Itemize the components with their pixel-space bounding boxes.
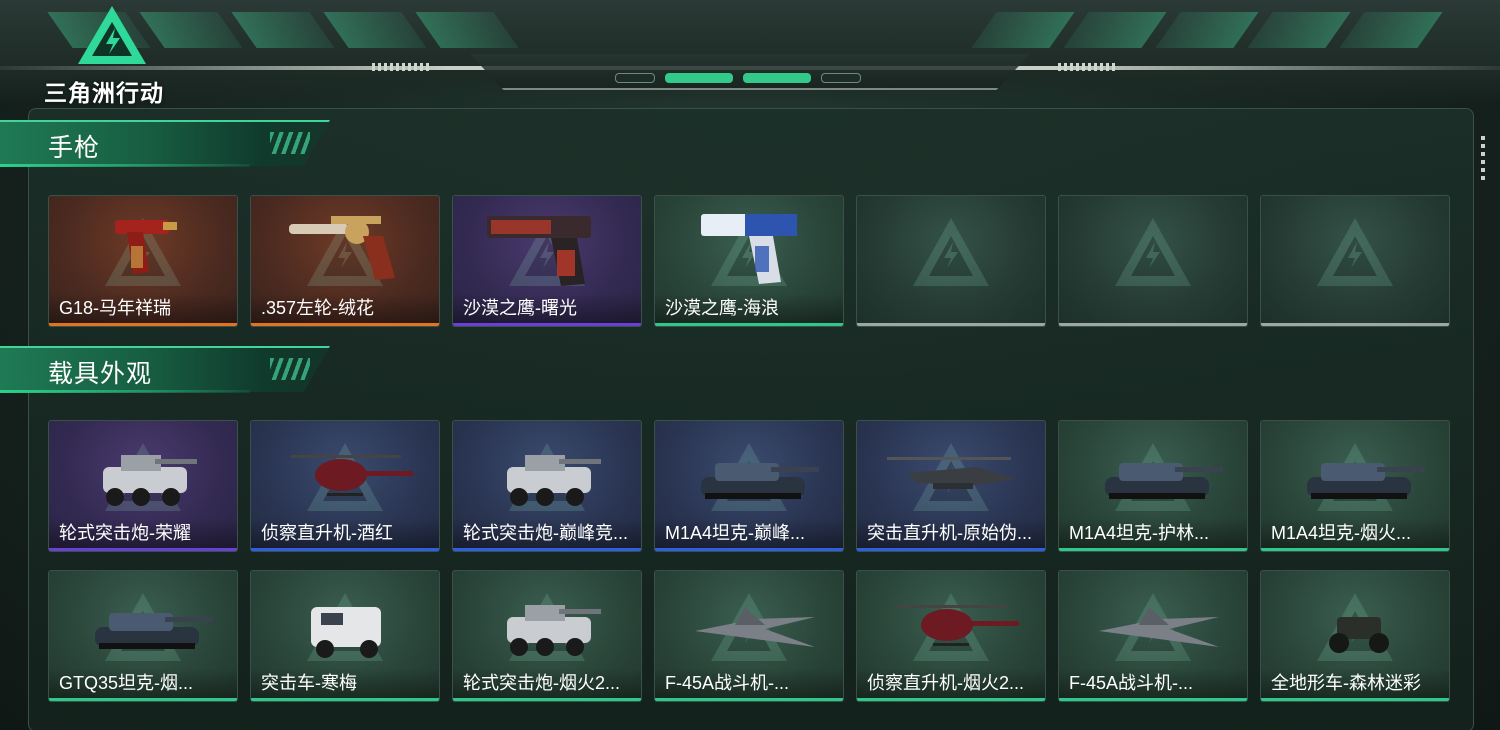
rarity-bar bbox=[1059, 323, 1247, 326]
game-logo-text: 三角洲行动 bbox=[44, 80, 164, 106]
item-card[interactable]: 沙漠之鹰-曙光 bbox=[452, 195, 642, 327]
item-name: .357左轮-绒花 bbox=[251, 293, 439, 323]
rarity-bar bbox=[49, 698, 237, 701]
item-name: 沙漠之鹰-海浪 bbox=[655, 293, 843, 323]
wheeled-assault-gun-icon bbox=[507, 605, 601, 656]
tank-icon bbox=[701, 463, 819, 499]
item-name: 轮式突击炮-荣耀 bbox=[49, 518, 237, 548]
item-card[interactable]: F-45A战斗机-... bbox=[654, 570, 844, 702]
rarity-bar bbox=[49, 323, 237, 326]
scout-helicopter-icon bbox=[291, 455, 413, 496]
item-card[interactable]: 轮式突击炮-烟火2... bbox=[452, 570, 642, 702]
item-name: G18-马年祥瑞 bbox=[49, 293, 237, 323]
item-name: GTQ35坦克-烟... bbox=[49, 668, 237, 698]
pistol-red-gold-icon bbox=[115, 220, 177, 274]
item-card[interactable]: 突击直升机-原始伪... bbox=[856, 420, 1046, 552]
rarity-bar bbox=[1261, 548, 1449, 551]
item-card[interactable]: 侦察直升机-烟火2... bbox=[856, 570, 1046, 702]
revolver-gold-icon bbox=[289, 216, 395, 280]
page-indicator bbox=[615, 73, 861, 83]
rarity-bar bbox=[453, 548, 641, 551]
item-card[interactable]: G18-马年祥瑞 bbox=[48, 195, 238, 327]
delta-triangle-icon bbox=[78, 6, 146, 64]
item-name: 突击车-寒梅 bbox=[251, 668, 439, 698]
item-card[interactable]: 轮式突击炮-巅峰竞... bbox=[452, 420, 642, 552]
item-name: 侦察直升机-酒红 bbox=[251, 518, 439, 548]
inventory-screen: 三角洲行动 手枪 G18-马年祥瑞 .357左轮-绒花 沙漠之鹰-曙光 沙漠之鹰-海浪… bbox=[0, 0, 1500, 730]
fighter-jet-icon bbox=[1099, 607, 1219, 647]
header-stripes-right bbox=[971, 12, 1443, 48]
rarity-bar bbox=[857, 548, 1045, 551]
tank-icon bbox=[95, 613, 213, 649]
item-name: 轮式突击炮-烟火2... bbox=[453, 668, 641, 698]
rarity-bar bbox=[251, 323, 439, 326]
header-hash-left bbox=[372, 63, 432, 71]
rarity-bar bbox=[49, 548, 237, 551]
empty-slot-card[interactable] bbox=[1260, 195, 1450, 327]
item-card[interactable]: 突击车-寒梅 bbox=[250, 570, 440, 702]
tank-icon bbox=[1105, 463, 1223, 499]
rarity-bar bbox=[453, 323, 641, 326]
item-card[interactable]: F-45A战斗机-... bbox=[1058, 570, 1248, 702]
rarity-bar bbox=[655, 548, 843, 551]
item-name: F-45A战斗机-... bbox=[655, 668, 843, 698]
item-card[interactable]: 沙漠之鹰-海浪 bbox=[654, 195, 844, 327]
rarity-bar bbox=[857, 698, 1045, 701]
rarity-bar bbox=[655, 698, 843, 701]
attack-helicopter-icon bbox=[887, 457, 1017, 489]
scrollbar[interactable] bbox=[1481, 136, 1485, 180]
rarity-bar bbox=[1059, 548, 1247, 551]
rarity-bar bbox=[453, 698, 641, 701]
item-name: F-45A战斗机-... bbox=[1059, 668, 1247, 698]
top-header: 三角洲行动 bbox=[0, 0, 1500, 106]
rarity-bar bbox=[857, 323, 1045, 326]
rarity-bar bbox=[1261, 323, 1449, 326]
empty-slot-card[interactable] bbox=[856, 195, 1046, 327]
section-title: 手枪 bbox=[48, 134, 101, 162]
item-name: 沙漠之鹰-曙光 bbox=[453, 293, 641, 323]
rarity-bar bbox=[655, 323, 843, 326]
section-header-vehicles: 载具外观 bbox=[0, 346, 330, 398]
section-header-pistols: 手枪 bbox=[0, 120, 330, 172]
wheeled-assault-gun-icon bbox=[507, 455, 601, 506]
fighter-jet-icon bbox=[695, 607, 815, 647]
item-card[interactable]: 侦察直升机-酒红 bbox=[250, 420, 440, 552]
rarity-bar bbox=[1261, 698, 1449, 701]
item-name: 突击直升机-原始伪... bbox=[857, 518, 1045, 548]
item-card[interactable]: M1A4坦克-护林... bbox=[1058, 420, 1248, 552]
header-center-plate bbox=[470, 54, 1030, 90]
rarity-bar bbox=[251, 548, 439, 551]
deagle-red-black-icon bbox=[487, 216, 591, 286]
section-title: 载具外观 bbox=[48, 360, 153, 388]
rarity-bar bbox=[1059, 698, 1247, 701]
item-card[interactable]: M1A4坦克-巅峰... bbox=[654, 420, 844, 552]
rarity-bar bbox=[251, 698, 439, 701]
game-logo: 三角洲行动 bbox=[42, 2, 182, 106]
item-name: M1A4坦克-烟火... bbox=[1261, 518, 1449, 548]
atv-icon bbox=[1329, 617, 1389, 653]
item-name: M1A4坦克-巅峰... bbox=[655, 518, 843, 548]
wheeled-assault-gun-icon bbox=[103, 455, 197, 506]
item-card[interactable]: 轮式突击炮-荣耀 bbox=[48, 420, 238, 552]
item-name: 侦察直升机-烟火2... bbox=[857, 668, 1045, 698]
scout-helicopter-icon bbox=[897, 605, 1019, 646]
header-hash-right bbox=[1058, 63, 1118, 71]
tank-icon bbox=[1307, 463, 1425, 499]
item-name: 轮式突击炮-巅峰竞... bbox=[453, 518, 641, 548]
empty-slot-card[interactable] bbox=[1058, 195, 1248, 327]
item-name: 全地形车-森林迷彩 bbox=[1261, 668, 1449, 698]
item-card[interactable]: .357左轮-绒花 bbox=[250, 195, 440, 327]
item-card[interactable]: 全地形车-森林迷彩 bbox=[1260, 570, 1450, 702]
item-card[interactable]: GTQ35坦克-烟... bbox=[48, 570, 238, 702]
item-name: M1A4坦克-护林... bbox=[1059, 518, 1247, 548]
deagle-blue-white-icon bbox=[701, 214, 797, 284]
item-card[interactable]: M1A4坦克-烟火... bbox=[1260, 420, 1450, 552]
assault-vehicle-icon bbox=[311, 607, 381, 658]
